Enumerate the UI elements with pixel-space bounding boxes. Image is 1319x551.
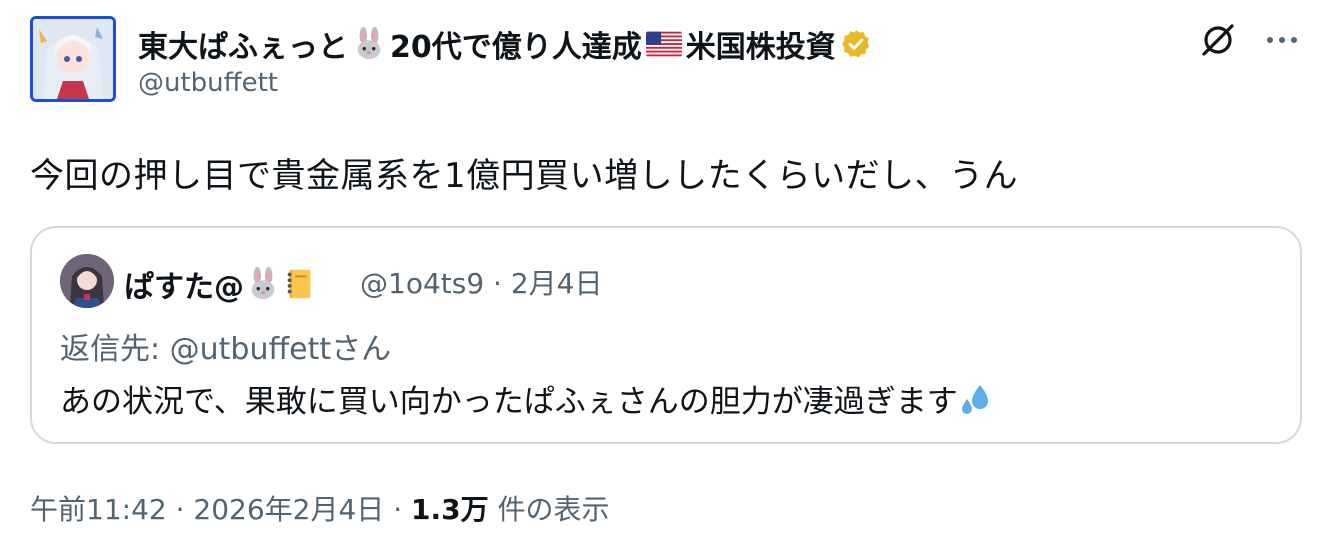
display-name-text-2: 20代で億り人達成 (390, 30, 642, 65)
quote-author-avatar[interactable] (60, 254, 114, 308)
author-display-name[interactable]: 東大ぱふぇっと 20代で億り人達成 米国株投資 (138, 22, 872, 66)
us-flag-emoji-icon (645, 31, 682, 57)
author-handle[interactable]: @utbuffett (138, 68, 278, 98)
tweet-text: 今回の押し目で貴金属系を1億円買い増ししたくらいだし、うん (30, 156, 1019, 196)
tweet: 東大ぱふぇっと 20代で億り人達成 米国株投資 @utbuffett 今回の押し… (0, 0, 1319, 551)
quote-text: あの状況で、果敢に買い向かったぱふぇさんの胆力が凄過ぎます (60, 376, 994, 421)
quote-text-body: あの状況で、果敢に買い向かったぱふぇさんの胆力が凄過ぎます (60, 384, 958, 420)
footer-separator: · (393, 493, 403, 526)
quote-reply-to: 返信先: @utbuffettさん (60, 332, 392, 367)
rabbit-emoji-icon (357, 27, 381, 60)
display-name-text-3: 米国株投資 (685, 30, 836, 65)
post-date[interactable]: 2026年2月4日 (193, 493, 384, 526)
more-options-button[interactable] (1262, 28, 1302, 52)
author-avatar[interactable] (30, 16, 116, 102)
notebook-emoji-icon (287, 269, 311, 299)
view-count-label: 件の表示 (497, 493, 610, 526)
grok-button[interactable] (1198, 20, 1238, 60)
quote-separator: · (493, 267, 502, 300)
quote-author-name[interactable]: ぱすた@ (124, 262, 316, 306)
grok-icon (1202, 24, 1234, 56)
quoted-tweet-card[interactable]: ぱすた@ @1o4ts9 · 2月4日 返信先: @utbuffettさん あの… (30, 226, 1302, 444)
tweet-footer: 午前11:42 · 2026年2月4日 · 1.3万 件の表示 (30, 488, 610, 528)
verified-badge-icon[interactable] (840, 28, 872, 60)
quote-meta: @1o4ts9 · 2月4日 (360, 262, 603, 302)
sweat-droplets-emoji-icon (961, 384, 988, 414)
rabbit-emoji-icon (251, 267, 275, 300)
view-count[interactable]: 1.3万 (411, 493, 489, 526)
quote-date[interactable]: 2月4日 (511, 267, 603, 300)
quote-name-text: ぱすた@ (124, 270, 244, 305)
more-dots-icon (1267, 37, 1297, 43)
quote-handle[interactable]: @1o4ts9 (360, 267, 484, 300)
display-name-text-1: 東大ぱふぇっと (138, 30, 348, 65)
footer-separator: · (175, 493, 185, 526)
post-time[interactable]: 午前11:42 (30, 493, 167, 526)
